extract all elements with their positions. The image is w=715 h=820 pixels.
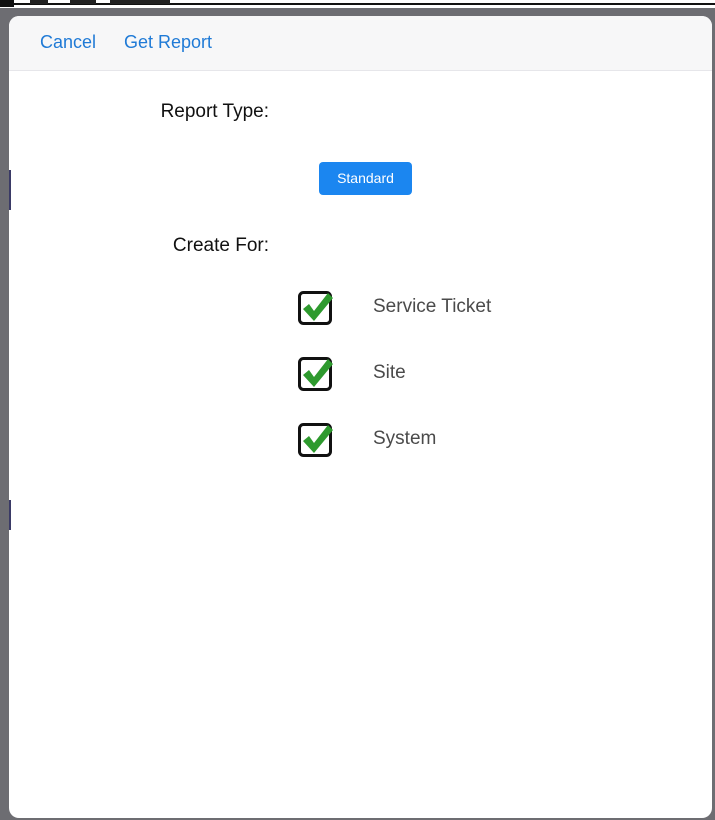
create-for-service-ticket-option[interactable]: Service Ticket <box>297 288 597 328</box>
create-for-system-option[interactable]: System <box>297 420 597 460</box>
create-for-label: Create For: <box>172 235 269 256</box>
checkmark-checkbox-icon[interactable] <box>297 354 335 392</box>
cancel-button[interactable]: Cancel <box>40 31 96 53</box>
top-edge-dash <box>70 0 96 4</box>
site-label: Site <box>373 362 406 383</box>
service-ticket-label: Service Ticket <box>373 296 492 317</box>
top-strip <box>0 0 715 8</box>
top-divider <box>0 3 715 5</box>
edge-artifact <box>9 170 11 210</box>
top-edge-dash <box>110 0 170 4</box>
edge-artifact <box>9 500 11 530</box>
create-for-site-option[interactable]: Site <box>297 354 597 394</box>
get-report-dialog: Cancel Get Report Report Type: Standard … <box>9 16 712 818</box>
checkmark-checkbox-icon[interactable] <box>297 288 335 326</box>
top-edge-dash <box>30 0 48 4</box>
report-type-standard-button[interactable]: Standard <box>319 162 412 195</box>
dialog-navbar: Cancel Get Report <box>9 16 712 71</box>
checkmark-checkbox-icon[interactable] <box>297 420 335 458</box>
system-label: System <box>373 428 437 449</box>
get-report-button[interactable]: Get Report <box>124 31 212 53</box>
top-edge-mark <box>0 0 14 7</box>
report-type-label: Report Type: <box>160 101 269 122</box>
